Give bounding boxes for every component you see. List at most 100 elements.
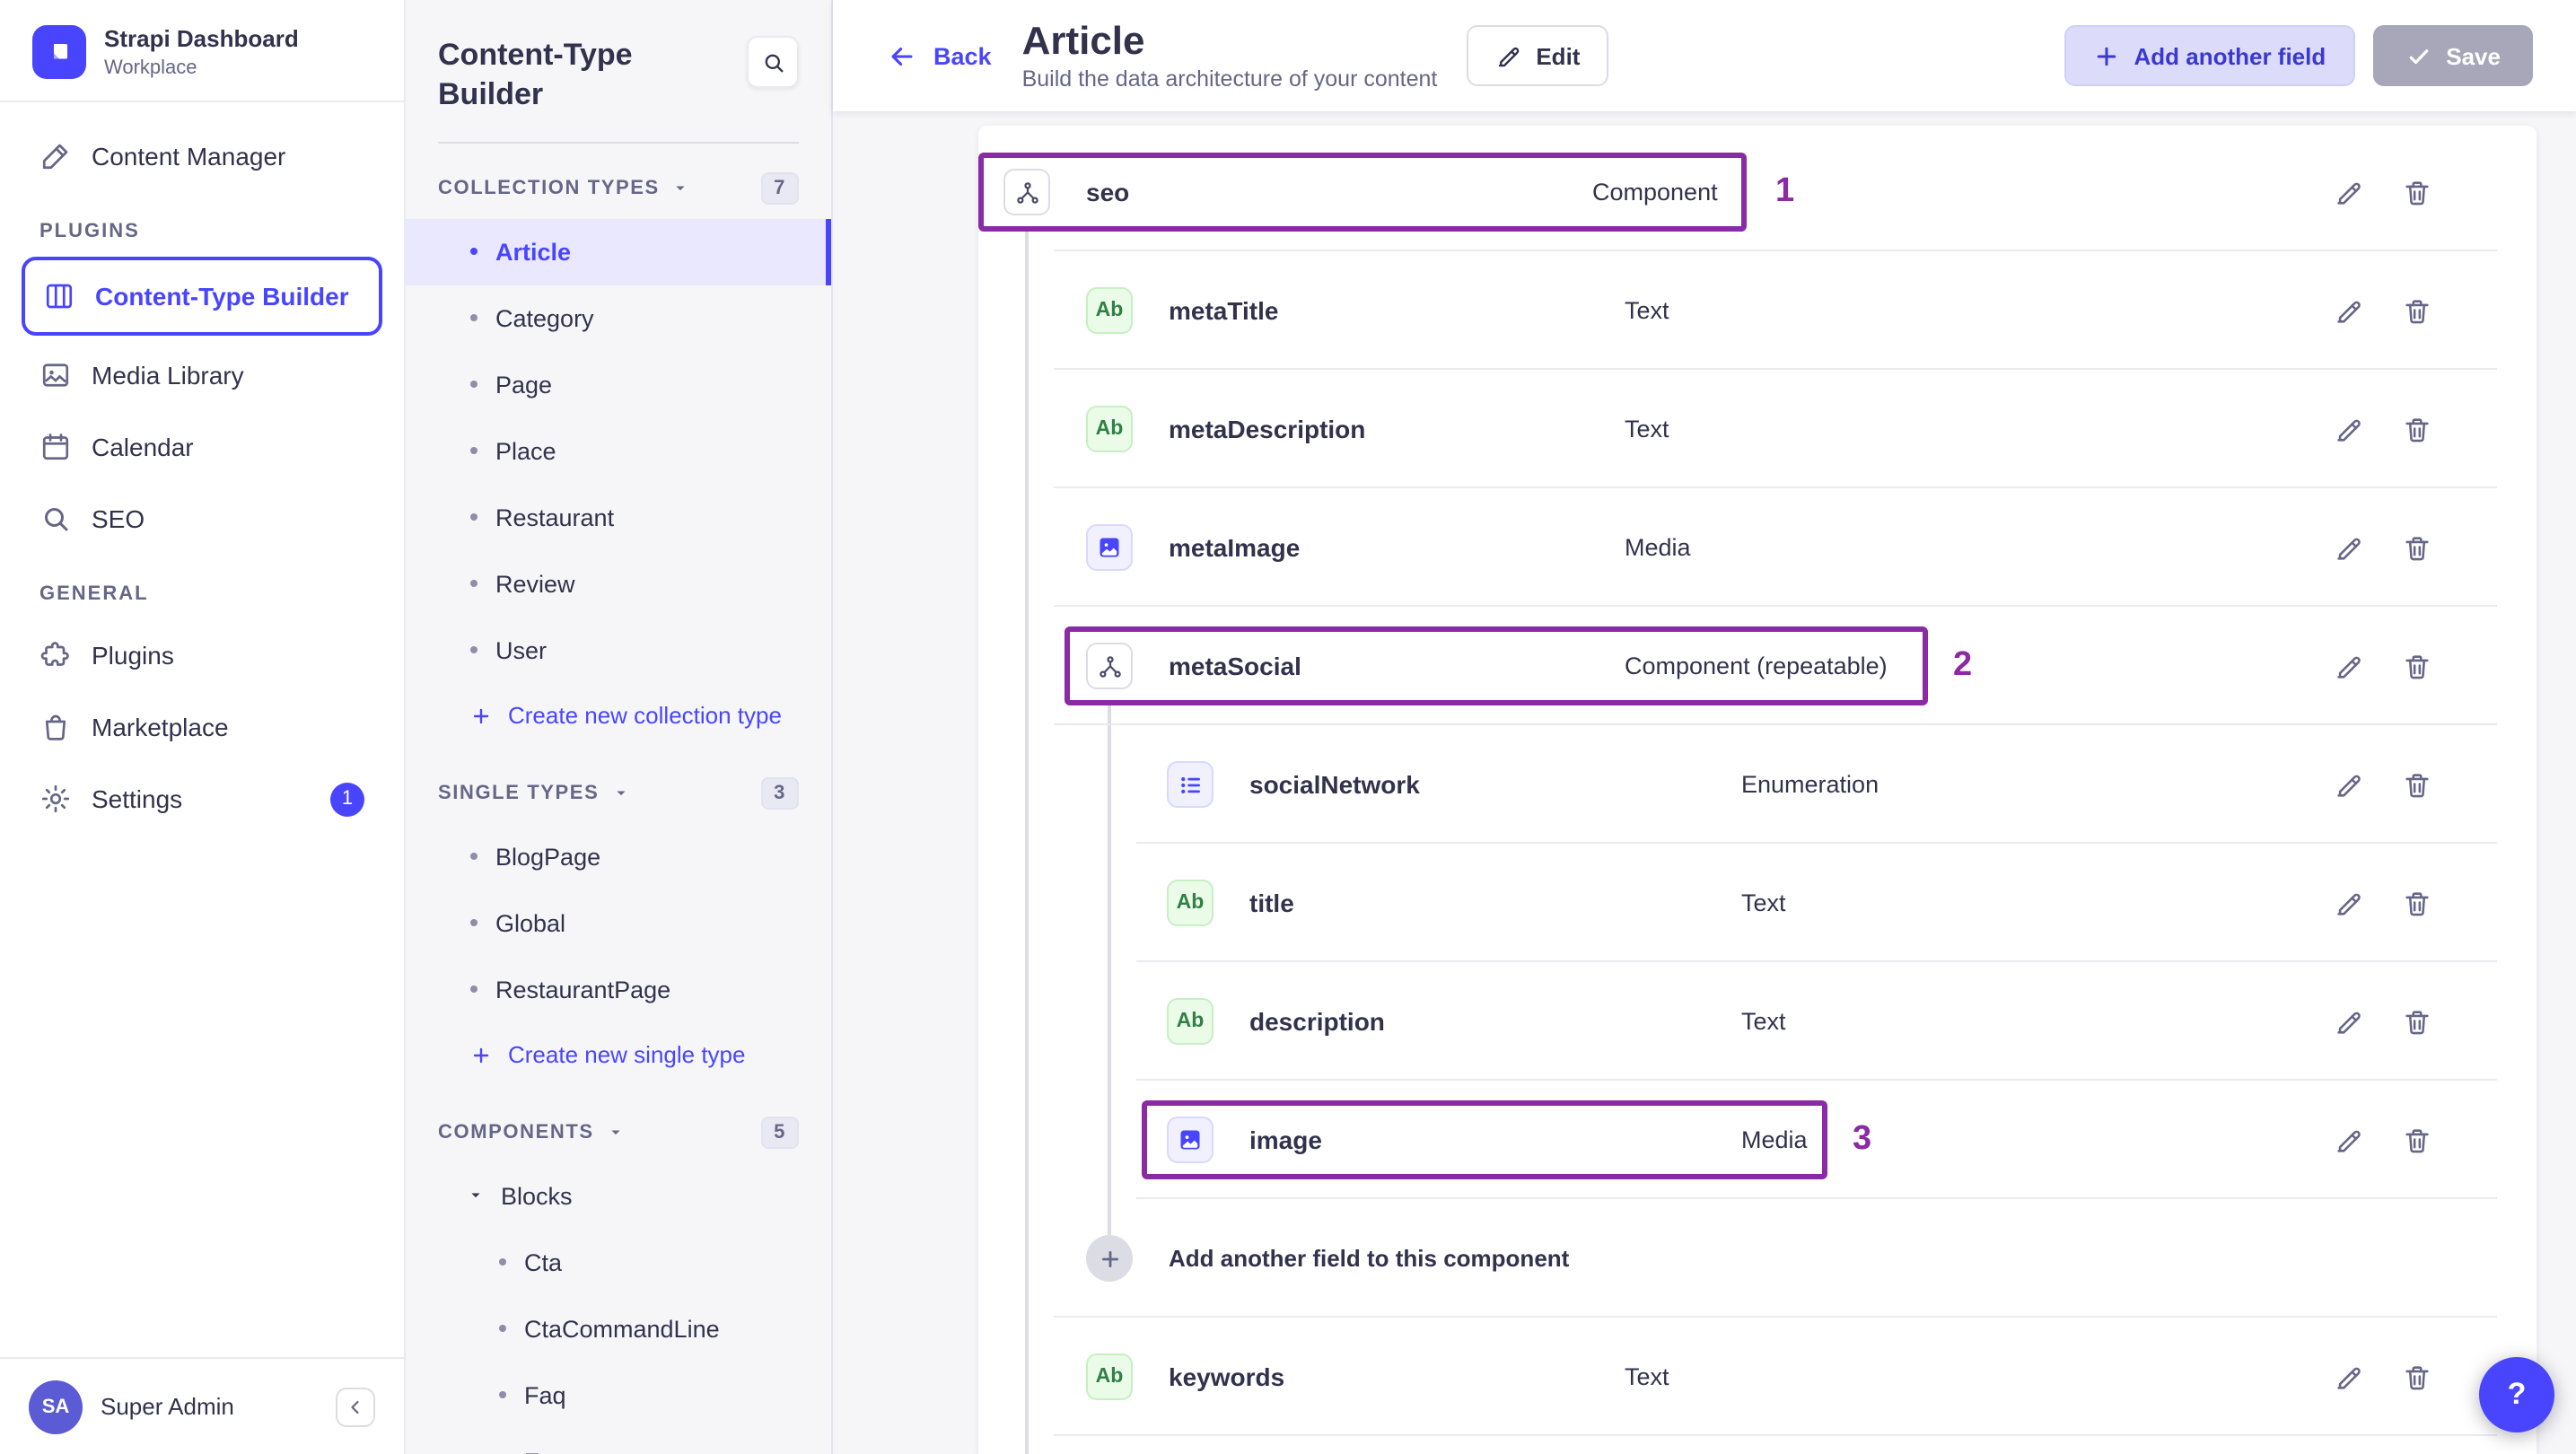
sidebar-item-ctacommandline[interactable]: CtaCommandLine	[406, 1296, 831, 1362]
edit-button[interactable]: Edit	[1466, 25, 1609, 86]
field-row-image[interactable]: 3 image Media	[978, 1081, 2537, 1199]
sidebar-item-place[interactable]: Place	[406, 418, 831, 485]
delete-field-button[interactable]	[2396, 409, 2436, 449]
item-label: Restaurant	[495, 504, 615, 531]
sidebar-item-content-type-builder[interactable]: Content-Type Builder	[22, 257, 382, 337]
help-button[interactable]: ?	[2479, 1357, 2554, 1432]
save-button[interactable]: Save	[2372, 25, 2533, 86]
field-name: metaTitle	[1169, 296, 1279, 325]
add-another-field-button[interactable]: Add another field	[2063, 25, 2355, 86]
field-row-metarobots[interactable]: Ab metaRobots Text	[978, 1436, 2537, 1454]
annotation-box	[1142, 1100, 1827, 1179]
page-title: Article	[1021, 17, 1145, 62]
sidebar-item-article[interactable]: Article	[406, 218, 831, 285]
collection-types-header[interactable]: COLLECTION TYPES 7	[406, 144, 831, 219]
sidebar-item-restaurantpage[interactable]: RestaurantPage	[406, 957, 831, 1023]
collapse-sidebar-button[interactable]	[336, 1387, 375, 1426]
field-row-metaimage[interactable]: metaImage Media	[978, 488, 2537, 607]
workspace-name: Workplace	[104, 57, 197, 80]
user-name: Super Admin	[101, 1393, 234, 1420]
sidebar-item-restaurant[interactable]: Restaurant	[406, 485, 831, 551]
field-type: Media	[1741, 1126, 1808, 1153]
components-header[interactable]: COMPONENTS 5	[406, 1088, 831, 1163]
field-type: Text	[1625, 297, 1669, 324]
edit-field-button[interactable]	[2328, 883, 2368, 923]
field-row-keywords[interactable]: Ab keywords Text	[978, 1318, 2537, 1436]
pencil-icon	[1494, 42, 1521, 69]
create-collection-type-link[interactable]: Create new collection type	[406, 684, 831, 749]
edit-field-button[interactable]	[2328, 409, 2368, 449]
edit-field-button[interactable]	[2328, 765, 2368, 804]
bullet-icon	[470, 447, 478, 455]
field-row-metasocial[interactable]: 2 metaSocial Component (repeatable)	[978, 607, 2537, 725]
gear-icon	[39, 784, 72, 816]
field-row-metatitle[interactable]: Ab metaTitle Text	[978, 251, 2537, 370]
component-category-blocks[interactable]: Blocks	[406, 1163, 831, 1230]
delete-field-button[interactable]	[2396, 528, 2436, 567]
add-field-to-component-row[interactable]: Add another field to this component	[978, 1199, 2537, 1318]
sidebar-item-media-library[interactable]: Media Library	[22, 340, 382, 412]
sidebar-item-blogpage[interactable]: BlogPage	[406, 824, 831, 890]
sidebar-item-cta[interactable]: Cta	[406, 1230, 831, 1296]
field-type: Text	[1625, 416, 1669, 442]
main-nav: Content Manager PLUGINS Content-Type Bui…	[0, 103, 404, 854]
edit-field-button[interactable]	[2328, 528, 2368, 567]
sidebar-item-plugins[interactable]: Plugins	[22, 620, 382, 692]
sidebar-item-settings[interactable]: Settings 1	[22, 764, 382, 836]
item-label: User	[495, 636, 548, 664]
delete-field-button[interactable]	[2396, 172, 2436, 212]
sidebar-item-seo[interactable]: SEO	[22, 484, 382, 556]
sidebar-item-page[interactable]: Page	[406, 352, 831, 418]
edit-field-button[interactable]	[2328, 172, 2368, 212]
text-field-icon: Ab	[1167, 880, 1214, 926]
picture-icon	[39, 360, 72, 392]
field-row-description[interactable]: Ab description Text	[978, 962, 2537, 1081]
search-button[interactable]	[747, 36, 799, 88]
field-type: Enumeration	[1741, 771, 1879, 798]
item-label: Review	[495, 570, 575, 598]
field-row-metadescription[interactable]: Ab metaDescription Text	[978, 370, 2537, 488]
item-label: Features	[524, 1449, 620, 1454]
delete-field-button[interactable]	[2396, 1357, 2436, 1397]
sidebar-item-review[interactable]: Review	[406, 551, 831, 618]
field-row-title[interactable]: Ab title Text	[978, 844, 2537, 962]
sidebar-item-marketplace[interactable]: Marketplace	[22, 692, 382, 764]
item-label: Place	[495, 437, 556, 465]
edit-field-button[interactable]	[2328, 1357, 2368, 1397]
delete-field-button[interactable]	[2396, 646, 2436, 686]
sidebar-item-category[interactable]: Category	[406, 285, 831, 352]
delete-field-button[interactable]	[2396, 1002, 2436, 1041]
delete-field-button[interactable]	[2396, 291, 2436, 330]
field-row-socialnetwork[interactable]: socialNetwork Enumeration	[978, 725, 2537, 844]
single-types-header[interactable]: SINGLE TYPES 3	[406, 749, 831, 824]
bullet-icon	[470, 580, 478, 588]
edit-field-button[interactable]	[2328, 1002, 2368, 1041]
component-field-icon	[1086, 643, 1133, 689]
create-single-type-link[interactable]: Create new single type	[406, 1023, 831, 1088]
sidebar-item-content-manager[interactable]: Content Manager	[22, 121, 382, 193]
edit-field-button[interactable]	[2328, 1120, 2368, 1160]
delete-field-button[interactable]	[2396, 765, 2436, 804]
delete-field-button[interactable]	[2396, 883, 2436, 923]
sidebar-item-calendar[interactable]: Calendar	[22, 412, 382, 484]
count-badge: 3	[761, 776, 799, 810]
delete-field-button[interactable]	[2396, 1120, 2436, 1160]
field-row-seo[interactable]: 1 seo Component	[978, 133, 2537, 251]
content-type-builder-sidebar: Content-Type Builder COLLECTION TYPES 7 …	[406, 0, 833, 1454]
sidebar-item-features[interactable]: Features	[406, 1429, 831, 1454]
avatar[interactable]: SA	[29, 1380, 83, 1433]
chevron-down-icon	[607, 1124, 625, 1142]
sidebar-item-user[interactable]: User	[406, 618, 831, 684]
plus-icon	[470, 705, 492, 727]
add-field-label: Add another field to this component	[1169, 1245, 1570, 1272]
plus-circle-icon[interactable]	[1086, 1235, 1133, 1282]
sidebar-item-label: Calendar	[92, 433, 194, 462]
sidebar-item-global[interactable]: Global	[406, 890, 831, 957]
back-button[interactable]: Back	[887, 40, 992, 71]
component-field-icon	[1003, 169, 1050, 215]
sidebar-item-faq[interactable]: Faq	[406, 1362, 831, 1429]
edit-field-button[interactable]	[2328, 291, 2368, 330]
bullet-icon	[499, 1325, 506, 1333]
edit-field-button[interactable]	[2328, 646, 2368, 686]
chevron-down-icon	[672, 180, 690, 197]
